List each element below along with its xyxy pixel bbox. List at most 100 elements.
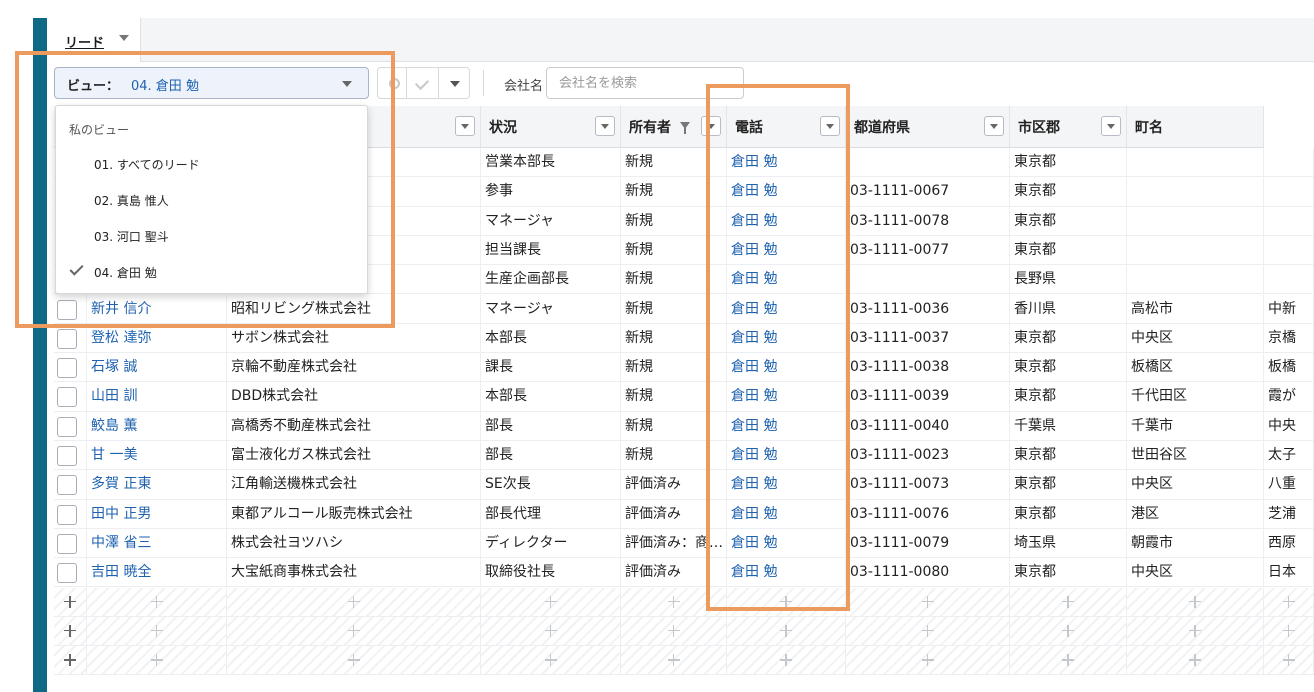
plus-icon [780, 654, 792, 667]
column-header-pref[interactable]: 都道府県 [846, 106, 1010, 148]
column-header-label: 所有者 [629, 120, 671, 136]
column-menu-button[interactable] [820, 116, 840, 136]
column-header-label: 状況 [489, 120, 517, 136]
cell-town: 芝浦 [1264, 499, 1314, 529]
cell-name[interactable]: 田中 正男 [87, 499, 227, 529]
cell-name[interactable]: 多賀 正東 [87, 470, 227, 500]
row-checkbox[interactable] [57, 416, 77, 437]
cell-owner[interactable]: 倉田 勉 [727, 411, 846, 441]
cell-owner[interactable]: 倉田 勉 [727, 353, 846, 383]
cell-owner[interactable]: 倉田 勉 [727, 499, 846, 529]
plus-icon [347, 654, 360, 667]
cell-pref: 東京都 [1010, 206, 1127, 236]
row-checkbox-cell [54, 353, 87, 383]
plus-icon [780, 595, 792, 608]
more-actions-button[interactable] [438, 67, 470, 99]
cell-owner[interactable]: 倉田 勉 [727, 294, 846, 324]
cell-name[interactable]: 吉田 暁全 [87, 558, 227, 588]
column-header-status[interactable]: 状況 [481, 106, 621, 148]
row-checkbox[interactable] [57, 504, 77, 525]
cell-pref: 千葉県 [1010, 411, 1127, 441]
cell-city: 朝霞市 [1127, 528, 1264, 559]
column-header-town[interactable]: 町名 [1127, 106, 1264, 148]
cell-phone: 03-1111-0067 [846, 177, 1010, 207]
cell-owner[interactable]: 倉田 勉 [727, 382, 846, 412]
column-header-owner[interactable]: 所有者 [621, 106, 727, 148]
row-checkbox[interactable] [57, 475, 77, 496]
cell-name[interactable]: 登松 達弥 [87, 323, 227, 354]
add-row-button[interactable] [54, 587, 87, 617]
cell-owner[interactable]: 倉田 勉 [727, 206, 846, 236]
column-menu-button[interactable] [455, 116, 475, 136]
cell-owner[interactable]: 倉田 勉 [727, 441, 846, 471]
tab-leads[interactable]: リード [47, 18, 141, 62]
cell-owner[interactable]: 倉田 勉 [727, 558, 846, 588]
view-menu-item[interactable]: 02. 真島 惟人 [56, 182, 367, 218]
row-checkbox[interactable] [57, 387, 77, 408]
cell-city: 板橋区 [1127, 353, 1264, 383]
cancel-button[interactable] [377, 67, 407, 99]
cell-name[interactable]: 中澤 省三 [87, 528, 227, 559]
cell-status: 新規 [621, 382, 727, 412]
cell-pref: 東京都 [1010, 441, 1127, 471]
column-header-city[interactable]: 市区郡 [1010, 106, 1127, 148]
row-checkbox[interactable] [57, 358, 77, 379]
cell-title: 本部長 [481, 382, 621, 412]
cell-phone: 03-1111-0080 [846, 558, 1010, 588]
column-menu-button[interactable] [1101, 116, 1121, 136]
cell-name[interactable]: 鮫島 薫 [87, 411, 227, 441]
cell-title: 本部長 [481, 323, 621, 354]
cell-name[interactable]: 新井 信介 [87, 294, 227, 324]
add-row-button[interactable] [54, 646, 87, 676]
view-select-value: 04. 倉田 勉 [131, 79, 199, 94]
cell-name[interactable]: 石塚 誠 [87, 353, 227, 383]
cell-owner[interactable]: 倉田 勉 [727, 528, 846, 559]
company-search-input[interactable] [546, 67, 744, 99]
cell-status: 新規 [621, 206, 727, 236]
view-menu-item[interactable]: 01. すべてのリード [56, 146, 367, 182]
cell-owner[interactable]: 倉田 勉 [727, 265, 846, 295]
add-row-button[interactable] [54, 616, 87, 647]
plus-icon [921, 595, 934, 608]
column-menu-button[interactable] [595, 116, 615, 136]
plus-icon [1282, 624, 1295, 637]
cell-name[interactable]: 甘 一美 [87, 441, 227, 471]
row-checkbox-cell [54, 470, 87, 500]
plus-icon [667, 595, 680, 608]
column-menu-button[interactable] [984, 116, 1004, 136]
view-menu-item[interactable]: 03. 河口 聖斗 [56, 218, 367, 254]
new-row-cell [1010, 616, 1127, 647]
view-select[interactable]: ビュー： 04. 倉田 勉 [54, 67, 369, 99]
column-header-phone[interactable]: 電話 [727, 106, 846, 148]
row-checkbox[interactable] [57, 563, 77, 584]
cell-owner[interactable]: 倉田 勉 [727, 235, 846, 266]
row-checkbox[interactable] [57, 446, 77, 466]
view-menu-item[interactable]: 04. 倉田 勉 [56, 254, 367, 290]
plus-icon [347, 624, 360, 637]
cell-company: サボン株式会社 [227, 323, 481, 354]
cell-owner[interactable]: 倉田 勉 [727, 148, 846, 178]
cell-owner[interactable]: 倉田 勉 [727, 470, 846, 500]
cell-owner[interactable]: 倉田 勉 [727, 177, 846, 207]
plus-icon [347, 595, 360, 608]
row-checkbox[interactable] [57, 533, 77, 554]
cell-phone: 03-1111-0023 [846, 441, 1010, 471]
cell-title: 生産企画部長 [481, 265, 621, 295]
plus-icon [64, 624, 76, 637]
filter-icon [680, 122, 690, 134]
row-checkbox[interactable] [57, 328, 77, 349]
cell-city [1127, 148, 1264, 178]
new-row-cell [727, 587, 846, 617]
cell-name[interactable]: 山田 訓 [87, 382, 227, 412]
chevron-down-icon[interactable] [119, 35, 129, 41]
cell-status: 新規 [621, 265, 727, 295]
new-row-cell [87, 587, 227, 617]
confirm-button[interactable] [406, 67, 439, 99]
new-row-cell [1127, 646, 1264, 676]
cell-status: 評価済み [621, 558, 727, 588]
check-icon [69, 261, 84, 276]
column-menu-button[interactable] [701, 116, 721, 136]
cell-owner[interactable]: 倉田 勉 [727, 323, 846, 354]
row-checkbox[interactable] [57, 299, 77, 320]
cell-phone: 03-1111-0040 [846, 411, 1010, 441]
